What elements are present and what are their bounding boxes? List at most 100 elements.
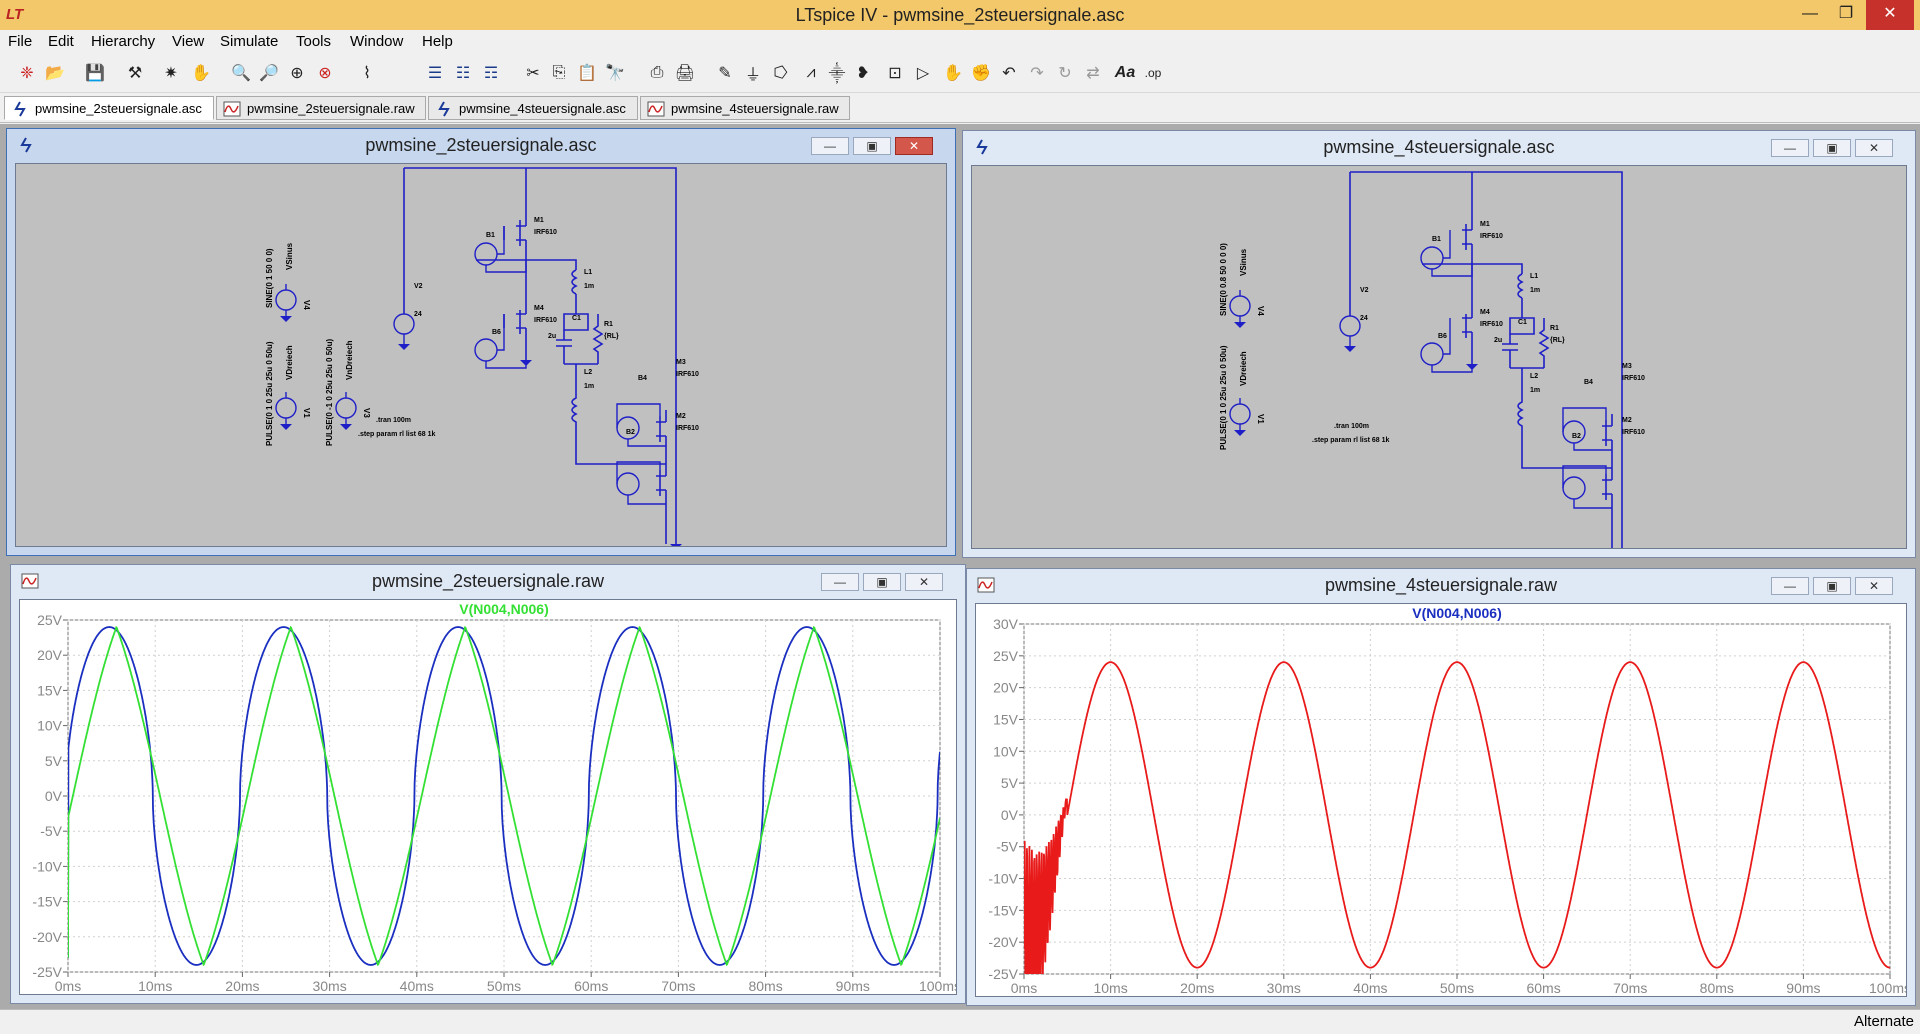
m2-model: IRF610: [1622, 429, 1645, 436]
spice-directive-icon[interactable]: .op: [1142, 62, 1164, 84]
tab-pwmsine-2-asc[interactable]: pwmsine_2steuersignale.asc: [4, 96, 214, 120]
menu-simulate[interactable]: Simulate: [220, 32, 278, 52]
m3-label: M3: [676, 359, 686, 366]
minimize-button[interactable]: —: [811, 137, 849, 155]
mirror-icon[interactable]: ⇄: [1082, 62, 1104, 84]
inductor-icon[interactable]: ❥: [852, 62, 874, 84]
l1-value: 1m: [584, 283, 594, 290]
menu-file[interactable]: File: [8, 32, 32, 52]
close-button[interactable]: ✕: [1855, 139, 1893, 157]
schematic-drawing[interactable]: M1 IRF610 B1 M4 IRF610 B6 L1 1m C1 2u R1…: [16, 164, 947, 547]
m2-model: IRF610: [676, 425, 699, 432]
label-icon[interactable]: ⭔: [770, 62, 792, 84]
close-button[interactable]: ✕: [1855, 577, 1893, 595]
ground-icon[interactable]: ⏚: [742, 62, 764, 84]
tab-pwmsine-4-asc[interactable]: pwmsine_4steuersignale.asc: [428, 96, 638, 120]
toolbar: ❈ 📂 💾 ⚒ ✷ ✋ 🔍 🔎 ⊕ ⊗ ⌇ ☰ ☷ ☶ ✂ ⎘ 📋 🔭 ⎙ 🖨 …: [0, 54, 1920, 93]
schematic-canvas[interactable]: M1 IRF610 B1 M4 IRF610 B6 L1 1m C1 2u R1…: [15, 163, 947, 547]
menu-help[interactable]: Help: [422, 32, 453, 52]
cascade-icon[interactable]: ☷: [452, 62, 474, 84]
minimize-button[interactable]: —: [1792, 0, 1828, 30]
paste-icon[interactable]: 📋: [576, 62, 598, 84]
wire-icon[interactable]: ✎: [714, 62, 736, 84]
close-button[interactable]: ✕: [1866, 0, 1914, 30]
diode-icon[interactable]: ⊡: [884, 62, 906, 84]
schematic-canvas[interactable]: M1 IRF610 B1 M4 IRF610 B6 L1 1m C1 2u R1…: [971, 165, 1907, 549]
find-icon[interactable]: 🔭: [604, 62, 626, 84]
rotate-icon[interactable]: ↻: [1054, 62, 1076, 84]
directive-step: .step param rl list 68 1k: [1312, 437, 1390, 444]
c1-label: C1: [1518, 319, 1527, 326]
tile-vertical-icon[interactable]: ☶: [480, 62, 502, 84]
move-icon[interactable]: ✋: [942, 62, 964, 84]
x-tick-label: 100ms: [1869, 980, 1907, 996]
minimize-button[interactable]: —: [1771, 577, 1809, 595]
menu-hierarchy[interactable]: Hierarchy: [91, 32, 155, 52]
zoom-cancel-icon[interactable]: ⊗: [314, 62, 336, 84]
print-preview-icon[interactable]: ⎙: [646, 62, 668, 84]
open-icon[interactable]: 📂: [44, 62, 66, 84]
text-icon[interactable]: Aa: [1114, 62, 1136, 84]
save-icon[interactable]: 💾: [84, 62, 106, 84]
schematic-window-2steuer[interactable]: pwmsine_2steuersignale.asc — ▣ ✕ M1 IRF6…: [6, 128, 956, 556]
copy-icon[interactable]: ⎘: [548, 62, 570, 84]
redo-icon[interactable]: ↷: [1026, 62, 1048, 84]
v4-value: SINE(0 1 50 0 0): [265, 248, 274, 308]
waveform-window-4steuer[interactable]: pwmsine_4steuersignale.raw — ▣ ✕ 30V 25V 2…: [966, 568, 1916, 1006]
x-tick-label: 10ms: [1093, 980, 1127, 996]
component-icon[interactable]: ▷: [912, 62, 934, 84]
halt-icon[interactable]: ✋: [190, 62, 212, 84]
minimize-button[interactable]: —: [821, 573, 859, 591]
tab-pwmsine-4-raw[interactable]: pwmsine_4steuersignale.raw: [640, 96, 850, 120]
autoscale-icon[interactable]: ⌇: [356, 62, 378, 84]
m3-model: IRF610: [1622, 375, 1645, 382]
schematic-drawing[interactable]: M1 IRF610 B1 M4 IRF610 B6 L1 1m C1 2u R1…: [972, 166, 1907, 549]
print-icon[interactable]: 🖨: [674, 62, 696, 84]
maximize-button[interactable]: ▣: [1813, 577, 1851, 595]
menu-view[interactable]: View: [172, 32, 204, 52]
y-tick-label: 20V: [37, 647, 63, 663]
cut-icon[interactable]: ✂: [522, 62, 544, 84]
menu-tools[interactable]: Tools: [296, 32, 331, 52]
tab-label: pwmsine_2steuersignale.raw: [247, 101, 415, 116]
trace-label[interactable]: V(N004,N006): [459, 601, 549, 617]
run-icon[interactable]: ✷: [160, 62, 182, 84]
x-tick-label: 70ms: [661, 978, 695, 994]
trace-label[interactable]: V(N004,N006): [1412, 605, 1502, 621]
waveform-chart[interactable]: 30V25V20V15V10V5V0V-5V-10V-15V-20V-25V0m…: [976, 604, 1907, 997]
y-tick-label: -20V: [32, 929, 62, 945]
schematic-window-4steuer[interactable]: pwmsine_4steuersignale.asc — ▣ ✕ M1 IRF6…: [962, 130, 1916, 558]
waveform-plot-pane[interactable]: 25V 20V 15V 10V 5V 0V -5V -10V -15V -20V -25V 0ms 10…: [19, 599, 957, 995]
undo-icon[interactable]: ↶: [998, 62, 1020, 84]
maximize-button[interactable]: ▣: [1813, 139, 1851, 157]
menu-window[interactable]: Window: [350, 32, 403, 52]
close-button[interactable]: ✕: [905, 573, 943, 591]
zoom-in-icon[interactable]: 🔍: [230, 62, 252, 84]
v1-name: VDreiech: [1239, 351, 1248, 386]
waveform-plot-pane[interactable]: 30V 25V 20V 15V 10V 5V 0V -5V -10V -15V -20V -25V 0m…: [975, 603, 1907, 997]
drag-icon[interactable]: ✊: [970, 62, 992, 84]
new-schematic-icon[interactable]: ❈: [16, 62, 38, 84]
tile-horizontal-icon[interactable]: ☰: [424, 62, 446, 84]
resistor-icon[interactable]: ⩘: [800, 62, 822, 84]
y-tick-label: 30V: [993, 616, 1019, 632]
maximize-button[interactable]: ❐: [1828, 0, 1864, 30]
x-tick-label: 50ms: [1440, 980, 1474, 996]
tab-pwmsine-2-raw[interactable]: pwmsine_2steuersignale.raw: [216, 96, 426, 120]
zoom-out-icon[interactable]: 🔎: [258, 62, 280, 84]
maximize-button[interactable]: ▣: [853, 137, 891, 155]
capacitor-icon[interactable]: ⸎: [826, 62, 848, 84]
y-tick-label: -15V: [988, 902, 1018, 918]
maximize-button[interactable]: ▣: [863, 573, 901, 591]
zoom-fit-icon[interactable]: ⊕: [286, 62, 308, 84]
waveform-window-2steuer[interactable]: pwmsine_2steuersignale.raw — ▣ ✕ 25V 20V 1…: [10, 564, 966, 1004]
minimize-button[interactable]: —: [1771, 139, 1809, 157]
waveform-chart[interactable]: 25V20V15V10V5V0V-5V-10V-15V-20V-25V0ms 10…: [20, 600, 957, 995]
b2-label: B2: [626, 429, 635, 436]
directive-step: .step param rl list 68 1k: [358, 431, 436, 438]
menu-edit[interactable]: Edit: [48, 32, 74, 52]
close-button[interactable]: ✕: [895, 137, 933, 155]
l2-value: 1m: [1530, 387, 1540, 394]
tab-label: pwmsine_4steuersignale.raw: [671, 101, 839, 116]
control-panel-icon[interactable]: ⚒: [124, 62, 146, 84]
